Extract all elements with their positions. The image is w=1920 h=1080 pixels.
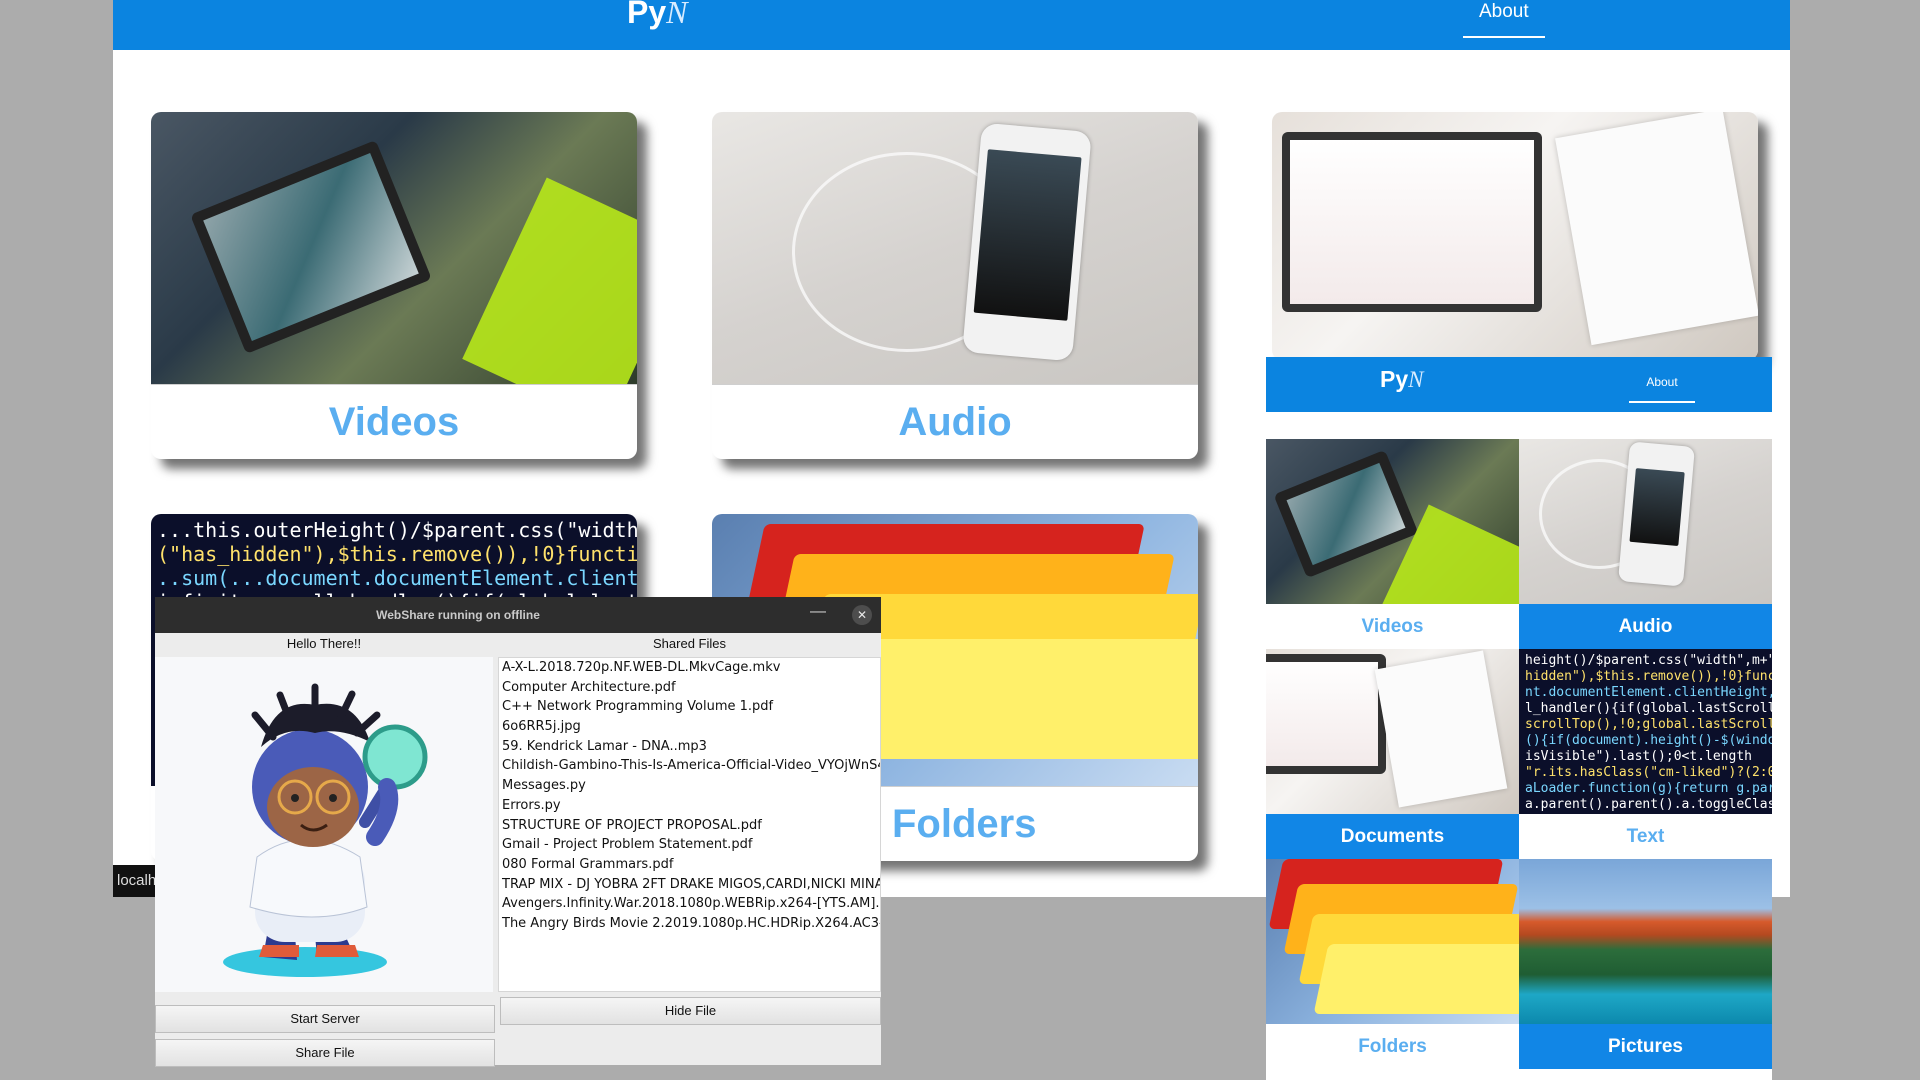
list-item[interactable]: Messages.py (499, 776, 880, 796)
list-item[interactable]: Computer Architecture.pdf (499, 678, 880, 698)
tile-label: Pictures (1519, 1024, 1772, 1069)
close-icon[interactable]: ✕ (852, 605, 872, 625)
list-item[interactable]: Errors.py (499, 796, 880, 816)
audio-image (1519, 439, 1772, 604)
documents-image (1266, 649, 1519, 814)
tile-videos[interactable]: Videos (1266, 439, 1519, 649)
pictures-image (1519, 859, 1772, 1024)
list-item[interactable]: STRUCTURE OF PROJECT PROPOSAL.pdf (499, 816, 880, 836)
list-item[interactable]: A-X-L.2018.720p.NF.WEB-DL.MkvCage.mkv (499, 658, 880, 678)
documents-card[interactable] (1272, 112, 1758, 360)
main-navbar: PyN About (113, 0, 1790, 50)
tile-text[interactable]: height()/$parent.css("width",m+"px").css… (1519, 649, 1772, 859)
videos-image (151, 112, 637, 384)
tile-label: Audio (1519, 604, 1772, 649)
mobile-logo[interactable]: PyN (1380, 366, 1423, 393)
avatar (223, 683, 428, 977)
list-item[interactable]: TRAP MIX - DJ YOBRA 2FT DRAKE MIGOS,CARD… (499, 875, 880, 895)
webshare-window: WebShare running on offline — ✕ Hello Th… (155, 597, 881, 1067)
audio-card[interactable]: Audio (712, 112, 1198, 459)
tile-folders[interactable]: Folders (1266, 859, 1519, 1069)
videos-card-label: Videos (151, 384, 637, 459)
list-item[interactable]: 080 Formal Grammars.pdf (499, 855, 880, 875)
avatar-pane (155, 657, 493, 992)
videos-card[interactable]: Videos (151, 112, 637, 459)
shared-files-list[interactable]: A-X-L.2018.720p.NF.WEB-DL.MkvCage.mkv Co… (498, 657, 881, 992)
documents-image (1272, 112, 1758, 360)
list-item[interactable]: 59. Kendrick Lamar - DNA..mp3 (499, 737, 880, 757)
list-item[interactable]: The Angry Birds Movie 2.2019.1080p.HC.HD… (499, 914, 880, 934)
tile-label: Documents (1266, 814, 1519, 859)
folders-image (1266, 859, 1519, 1024)
tile-audio[interactable]: Audio (1519, 439, 1772, 649)
list-item[interactable]: Childish-Gambino-This-Is-America-Officia… (499, 756, 880, 776)
localhost-badge: localhost (113, 865, 158, 897)
hide-file-button[interactable]: Hide File (500, 997, 881, 1025)
nav-about-link[interactable]: About (1463, 0, 1545, 38)
tile-pictures[interactable]: Pictures (1519, 859, 1772, 1069)
minimize-icon[interactable]: — (807, 601, 829, 623)
mobile-preview: PyN About Videos Audio Documents height(… (1266, 357, 1772, 1080)
list-item[interactable]: Avengers.Infinity.War.2018.1080p.WEBRip.… (499, 894, 880, 914)
tile-label: Text (1519, 814, 1772, 859)
window-title: WebShare running on offline (376, 608, 540, 622)
start-server-button[interactable]: Start Server (155, 1005, 495, 1033)
window-titlebar[interactable]: WebShare running on offline (155, 597, 881, 633)
code-image: height()/$parent.css("width",m+"px").css… (1519, 649, 1772, 814)
videos-image (1266, 439, 1519, 604)
audio-image (712, 112, 1198, 384)
hello-header: Hello There!! (286, 636, 362, 651)
site-logo[interactable]: PyN (627, 0, 687, 31)
tile-label: Folders (1266, 1024, 1519, 1069)
mobile-nav-about-link[interactable]: About (1629, 375, 1695, 403)
shared-files-header: Shared Files (653, 636, 726, 651)
share-file-button[interactable]: Share File (155, 1039, 495, 1067)
list-item[interactable]: 6o6RR5j.jpg (499, 717, 880, 737)
list-item[interactable]: C++ Network Programming Volume 1.pdf (499, 697, 880, 717)
mobile-navbar: PyN About (1266, 357, 1772, 412)
tile-documents[interactable]: Documents (1266, 649, 1519, 859)
audio-card-label: Audio (712, 384, 1198, 459)
list-item[interactable]: Gmail - Project Problem Statement.pdf (499, 835, 880, 855)
tile-label: Videos (1266, 604, 1519, 649)
